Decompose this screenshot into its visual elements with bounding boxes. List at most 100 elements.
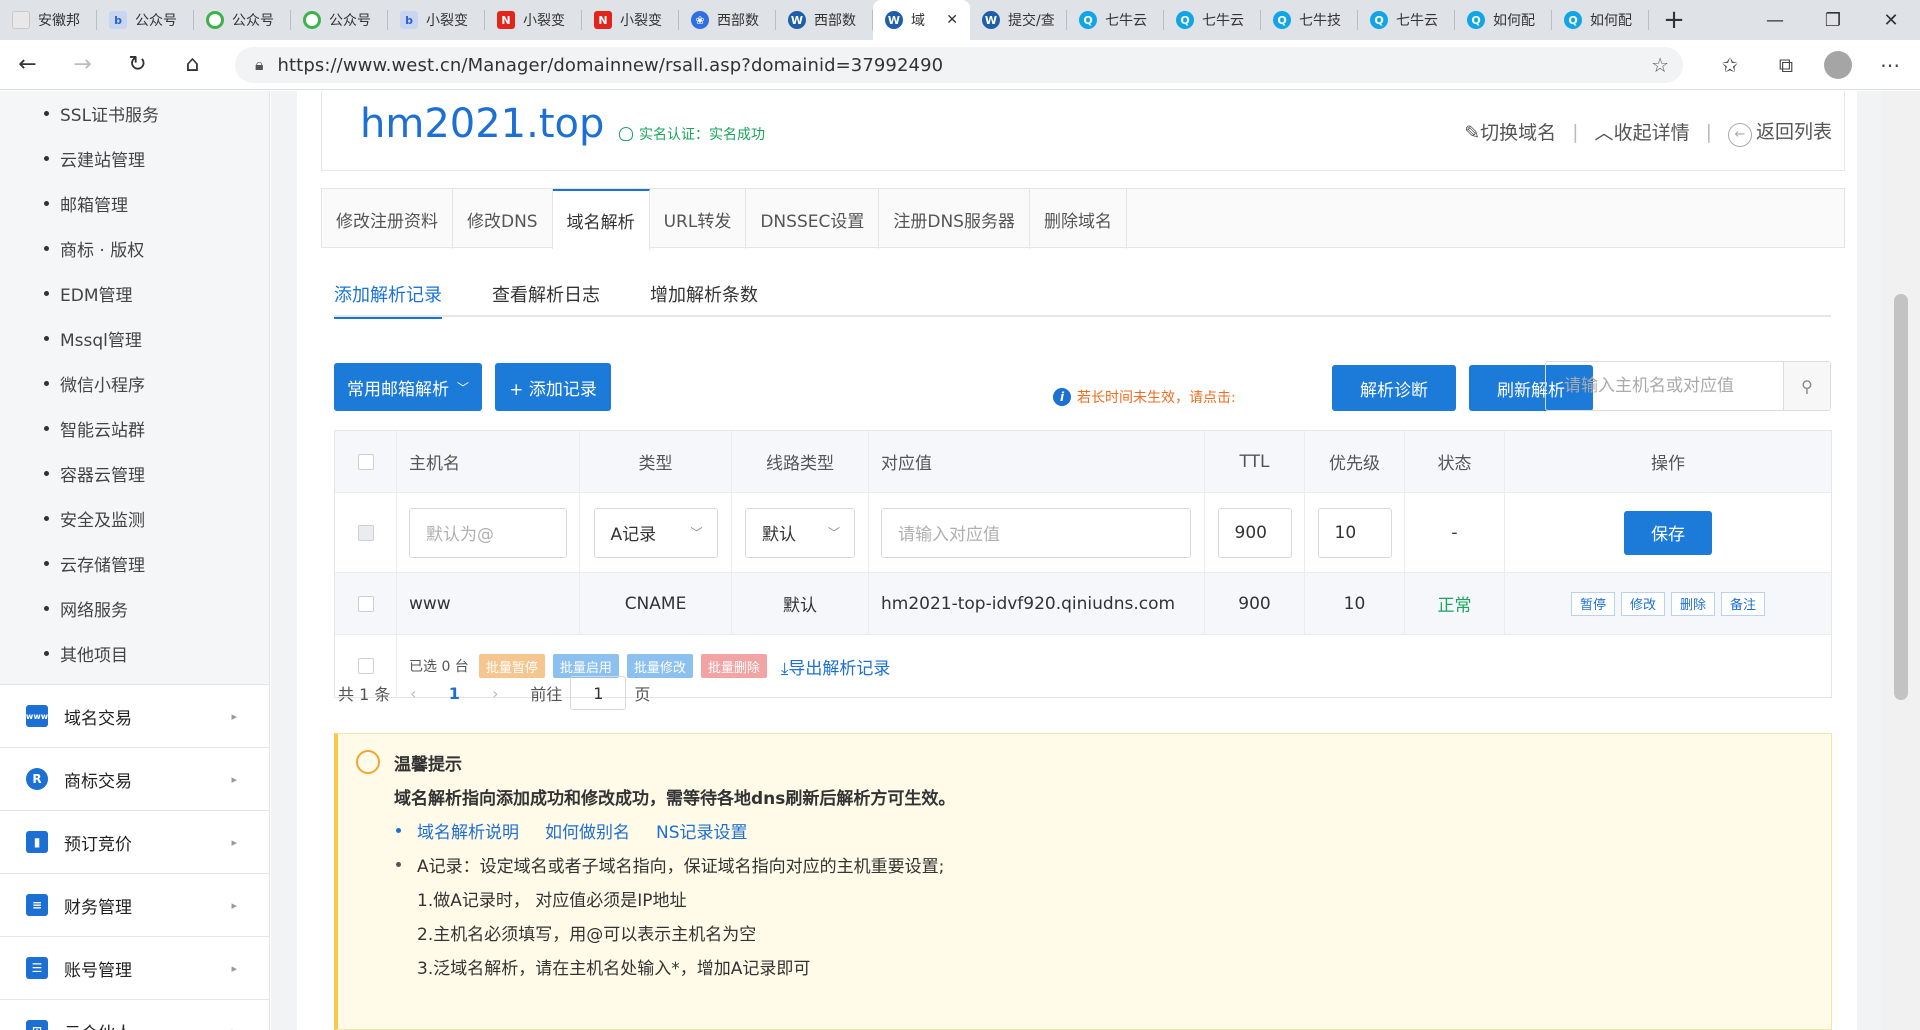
browser-tab[interactable]: W 提交/查 bbox=[970, 0, 1067, 40]
sidebar-item[interactable]: ⊞ 云合伙人 ▸ bbox=[0, 999, 269, 1030]
subtab-0[interactable]: 添加解析记录 bbox=[334, 281, 442, 319]
browser-tab[interactable]: b 小裂变 bbox=[388, 0, 485, 40]
row-checkbox[interactable] bbox=[357, 595, 374, 612]
resolve-guide-link[interactable]: 域名解析说明 bbox=[417, 818, 519, 843]
tab-domain-3[interactable]: URL转发 bbox=[650, 189, 747, 249]
forward-arrow-icon[interactable]: → bbox=[55, 40, 110, 90]
close-window-icon[interactable]: ✕ bbox=[1862, 0, 1920, 40]
lock-icon[interactable]: 🔒︎ bbox=[255, 55, 264, 75]
alias-guide-link[interactable]: 如何做别名 bbox=[545, 818, 630, 843]
sidebar-item[interactable]: ☰ 账号管理 ▸ bbox=[0, 936, 269, 999]
reload-icon[interactable]: ↻ bbox=[110, 40, 165, 90]
sidebar-subitem[interactable]: 其他项目 bbox=[0, 631, 269, 676]
switch-domain-link[interactable]: ✎切换域名 bbox=[1464, 118, 1556, 145]
sidebar-subitem[interactable]: 云建站管理 bbox=[0, 136, 269, 181]
sidebar-subitem[interactable]: 容器云管理 bbox=[0, 451, 269, 496]
browser-tab[interactable]: Q 七牛云 bbox=[1164, 0, 1261, 40]
browser-tab[interactable]: Q 如何配 bbox=[1455, 0, 1552, 40]
back-arrow-icon[interactable]: ← bbox=[0, 40, 55, 90]
more-menu-icon[interactable]: ⋯ bbox=[1872, 53, 1908, 77]
save-button[interactable]: 保存 bbox=[1624, 510, 1712, 555]
new-tab-button[interactable]: + bbox=[1649, 0, 1699, 40]
scrollbar-thumb[interactable] bbox=[1894, 294, 1908, 700]
ns-guide-link[interactable]: NS记录设置 bbox=[656, 818, 748, 843]
tab-domain-0[interactable]: 修改注册资料 bbox=[322, 189, 453, 249]
home-icon[interactable]: ⌂ bbox=[165, 40, 220, 90]
next-page-icon[interactable]: › bbox=[472, 684, 518, 703]
batch-modify-button[interactable]: 批量修改 bbox=[626, 654, 693, 678]
batch-delete-button[interactable]: 批量删除 bbox=[700, 654, 767, 678]
sidebar-subitem[interactable]: SSL证书服务 bbox=[0, 91, 269, 136]
minimize-icon[interactable]: — bbox=[1746, 0, 1804, 40]
restore-icon[interactable]: ❐ bbox=[1804, 0, 1862, 40]
sidebar-item[interactable]: ▮ 预订竞价 ▸ bbox=[0, 810, 269, 873]
diagnose-button[interactable]: 解析诊断 bbox=[1332, 365, 1456, 411]
ttl-input[interactable]: 900 bbox=[1217, 507, 1292, 558]
browser-tab[interactable]: Q 七牛云 bbox=[1067, 0, 1164, 40]
sidebar-subitem[interactable]: 智能云站群 bbox=[0, 406, 269, 451]
sidebar-subitem[interactable]: 邮箱管理 bbox=[0, 181, 269, 226]
export-records-link[interactable]: ⤓导出解析记录 bbox=[781, 654, 891, 679]
browser-tab[interactable]: Q 如何配 bbox=[1552, 0, 1649, 40]
sidebar-item[interactable]: R 商标交易 ▸ bbox=[0, 747, 269, 810]
browser-tab[interactable]: ❀ 西部数 bbox=[679, 0, 776, 40]
priority-input[interactable]: 10 bbox=[1317, 507, 1392, 558]
browser-tab[interactable]: 公众号 bbox=[291, 0, 388, 40]
subtab-1[interactable]: 查看解析日志 bbox=[492, 281, 600, 317]
sidebar-subitem[interactable]: 安全及监测 bbox=[0, 496, 269, 541]
sidebar-subitem[interactable]: 微信小程序 bbox=[0, 361, 269, 406]
tab-domain-5[interactable]: 注册DNS服务器 bbox=[879, 189, 1030, 249]
tab-domain-4[interactable]: DNSSEC设置 bbox=[746, 189, 880, 249]
browser-tab-active[interactable]: W 域 ✕ bbox=[873, 0, 970, 40]
delete-button[interactable]: 删除 bbox=[1671, 591, 1716, 616]
sidebar-subitem[interactable]: 商标 · 版权 bbox=[0, 226, 269, 271]
url-text[interactable]: https://www.west.cn/Manager/domainnew/rs… bbox=[278, 55, 944, 76]
line-select[interactable]: 默认 ﹀ bbox=[745, 507, 855, 558]
address-bar[interactable]: 🔒︎ https://www.west.cn/Manager/domainnew… bbox=[235, 47, 1683, 83]
browser-tab[interactable]: b 公众号 bbox=[97, 0, 194, 40]
browser-tab[interactable]: Q 七牛技 bbox=[1261, 0, 1358, 40]
browser-tab[interactable]: Q 七牛云 bbox=[1358, 0, 1455, 40]
value-input[interactable]: 请输入对应值 bbox=[881, 507, 1191, 558]
type-select[interactable]: A记录 ﹀ bbox=[593, 507, 718, 558]
tab-domain-6[interactable]: 删除域名 bbox=[1030, 189, 1127, 249]
select-all-checkbox[interactable] bbox=[357, 453, 374, 470]
remark-button[interactable]: 备注 bbox=[1721, 591, 1766, 616]
common-mail-resolve-button[interactable]: 常用邮箱解析 ﹀ bbox=[334, 363, 482, 411]
goto-page-input[interactable]: 1 bbox=[570, 676, 627, 710]
batch-checkbox[interactable] bbox=[357, 658, 374, 674]
edit-button[interactable]: 修改 bbox=[1620, 591, 1665, 616]
add-record-button[interactable]: + 添加记录 bbox=[495, 363, 611, 411]
back-to-list-link[interactable]: ← 返回列表 bbox=[1727, 117, 1832, 147]
browser-tab[interactable]: N 小裂变 bbox=[582, 0, 679, 40]
pause-button[interactable]: 暂停 bbox=[1570, 591, 1615, 616]
browser-tab[interactable]: W 西部数 bbox=[776, 0, 873, 40]
search-input[interactable] bbox=[1546, 362, 1783, 410]
subtab-2[interactable]: 增加解析条数 bbox=[650, 281, 758, 317]
tab-domain-1[interactable]: 修改DNS bbox=[453, 189, 553, 249]
sidebar-subitem[interactable]: EDM管理 bbox=[0, 271, 269, 316]
sidebar-item[interactable]: ≡ 财务管理 ▸ bbox=[0, 873, 269, 936]
profile-avatar[interactable] bbox=[1824, 51, 1852, 79]
browser-tab[interactable]: N 小裂变 bbox=[485, 0, 582, 40]
search-icon[interactable]: ⚲ bbox=[1783, 362, 1830, 410]
favorite-star-icon[interactable]: ☆ bbox=[1651, 53, 1669, 77]
sidebar-item[interactable]: www 域名交易 ▸ bbox=[0, 684, 269, 747]
collections-icon[interactable]: ⧉ bbox=[1768, 53, 1804, 77]
sidebar-subitem[interactable]: Mssql管理 bbox=[0, 316, 269, 361]
sidebar-subitem[interactable]: 云存储管理 bbox=[0, 541, 269, 586]
favorites-icon[interactable]: ✩ bbox=[1712, 53, 1748, 77]
batch-pause-button[interactable]: 批量暂停 bbox=[478, 654, 545, 678]
vertical-scrollbar[interactable] bbox=[1882, 91, 1920, 1030]
close-icon[interactable]: ✕ bbox=[946, 12, 958, 28]
sidebar-subitem[interactable]: 网络服务 bbox=[0, 586, 269, 631]
page-number[interactable]: 1 bbox=[436, 684, 472, 703]
prev-page-icon[interactable]: ‹ bbox=[390, 684, 436, 703]
host-input[interactable]: 默认为@ bbox=[409, 507, 567, 558]
browser-tab[interactable]: 安徽邦 bbox=[0, 0, 97, 40]
collapse-detail-link[interactable]: ︿收起详情 bbox=[1595, 118, 1690, 145]
chevron-up-icon: ︿ bbox=[1594, 122, 1614, 145]
browser-tab[interactable]: 公众号 bbox=[194, 0, 291, 40]
batch-enable-button[interactable]: 批量启用 bbox=[552, 654, 619, 678]
tab-domain-2[interactable]: 域名解析 bbox=[552, 189, 650, 250]
